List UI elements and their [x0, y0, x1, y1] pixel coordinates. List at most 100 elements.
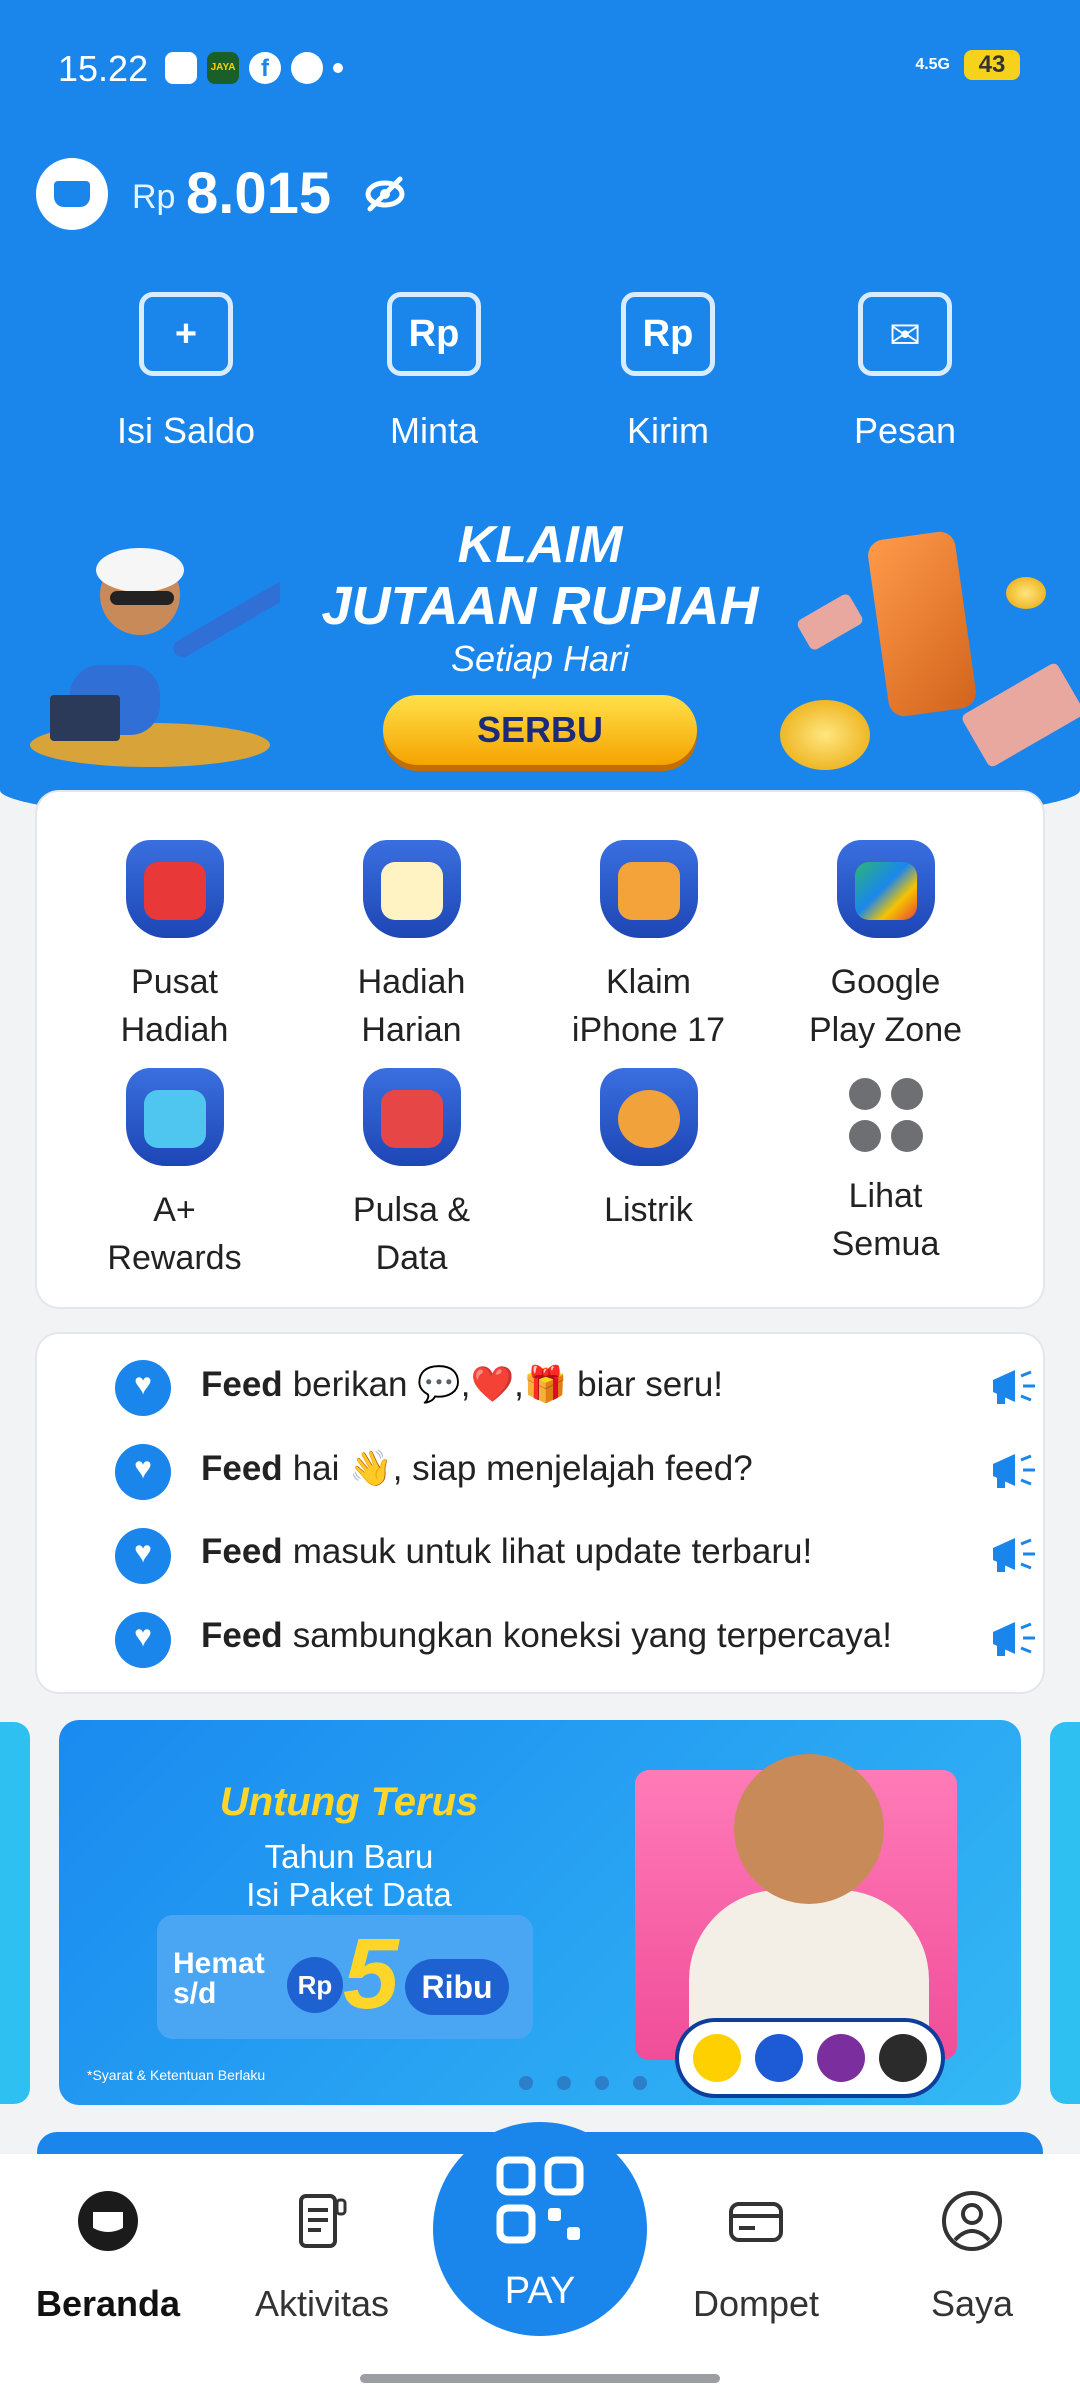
feed-heart-icon [115, 1444, 171, 1500]
menu-label: Listrik [604, 1191, 693, 1229]
rewards-mascot-icon [125, 1068, 224, 1166]
send-label: Kirim [627, 410, 709, 451]
menu-item-hadiah-harian[interactable]: Hadiah Harian [293, 840, 530, 1054]
im3-logo-icon [693, 2034, 741, 2082]
feed-title: Feed [201, 1365, 283, 1404]
promo-title: Untung Terus [219, 1780, 479, 1824]
activity-receipt-icon [299, 2194, 347, 2248]
promo-discount-box: Hemat s/d Rp 5 Ribu [157, 1915, 533, 2039]
carousel-dot [595, 2076, 609, 2090]
feed-text: masuk untuk lihat update terbaru! [292, 1532, 813, 1571]
megaphone-icon [993, 1538, 1035, 1572]
menu-item-lihat-semua[interactable]: Lihat Semua [767, 1068, 1004, 1268]
plus-icon: + [139, 292, 233, 376]
nav-dompet[interactable]: Dompet [656, 2190, 856, 2325]
megaphone-icon [993, 1454, 1035, 1488]
bulb-icon [599, 1068, 698, 1166]
hide-balance-icon[interactable] [362, 173, 408, 215]
jaya-app-icon: JAYA [207, 52, 239, 84]
banner-cta-button[interactable]: SERBU [383, 695, 697, 765]
nav-saya[interactable]: Saya [872, 2190, 1072, 2325]
megaphone-icon [993, 1370, 1035, 1404]
app-logo[interactable] [36, 158, 108, 230]
promo-person-face [734, 1754, 884, 1904]
network-indicator: 4.5G [915, 56, 950, 73]
profile-icon [942, 2191, 1002, 2251]
feed-title: Feed [201, 1532, 283, 1571]
calendar-check-icon [362, 840, 461, 938]
feed-text: berikan 💬,❤️,🎁 biar seru! [292, 1365, 724, 1404]
status-bar: 15.22 JAYA f 4.5G 43 [0, 40, 1080, 100]
feed-title: Feed [201, 1449, 283, 1488]
battery-indicator: 43 [964, 50, 1020, 80]
balance-amount[interactable]: 8.015 [186, 160, 331, 227]
feed-heart-icon [115, 1612, 171, 1668]
feed-title: Feed [201, 1616, 283, 1655]
nav-label: Aktivitas [254, 2283, 390, 2324]
axis-logo-icon [817, 2034, 865, 2082]
nav-label: Beranda [35, 2283, 181, 2324]
google-play-icon [836, 840, 935, 938]
top-up-label: Isi Saldo [116, 410, 256, 451]
feed-item[interactable]: Feedberikan 💬,❤️,🎁 biar seru! [77, 1356, 1035, 1416]
promo-disclaimer: *Syarat & Ketentuan Berlaku [87, 2067, 266, 2083]
feed-heart-icon [115, 1528, 171, 1584]
promo-hemat-label: Hemat s/d [173, 1947, 265, 2010]
feed-item[interactable]: Feedmasuk untuk lihat update terbaru! [77, 1524, 1035, 1584]
carousel-prev-peek[interactable] [0, 1722, 30, 2104]
menu-label: Google Play Zone [808, 963, 963, 1049]
messages-button[interactable]: ✉ Pesan [815, 292, 995, 452]
gesture-home-bar[interactable] [360, 2374, 720, 2383]
menu-item-google-play-zone[interactable]: Google Play Zone [767, 840, 1004, 1054]
request-label: Minta [389, 410, 479, 451]
flipcard-icon [599, 840, 698, 938]
nav-beranda[interactable]: Beranda [8, 2190, 208, 2325]
promo-subtitle: Tahun Baru Isi Paket Data [246, 1838, 452, 1913]
menu-label: Pusat Hadiah [120, 963, 229, 1049]
feed-item[interactable]: Feedhai 👋, siap menjelajah feed? [77, 1440, 1035, 1500]
promo-rp-badge: Rp [287, 1957, 343, 2013]
menu-label: A+ Rewards [107, 1191, 242, 1277]
mail-icon: ✉ [858, 292, 952, 376]
carousel-dot [519, 2076, 533, 2090]
menu-item-klaim-iphone[interactable]: Klaim iPhone 17 [530, 840, 767, 1054]
menu-label: Lihat Semua [831, 1177, 940, 1263]
pay-button[interactable]: PAY [433, 2122, 647, 2336]
promo-carousel-slide[interactable]: Untung Terus Tahun Baru Isi Paket Data He… [59, 1720, 1021, 2105]
banner-coin-illustration [780, 700, 870, 770]
megaphone-icon [993, 1622, 1035, 1656]
feed-text: hai 👋, siap menjelajah feed? [292, 1449, 753, 1488]
grid-dots-icon [848, 1078, 923, 1152]
rp-request-icon: Rp [387, 292, 481, 376]
wallet-notif-icon [165, 52, 197, 84]
feed-card[interactable]: Feedberikan 💬,❤️,🎁 biar seru! Feedhai 👋,… [37, 1334, 1043, 1692]
promo-amount: 5 [343, 1918, 399, 2030]
qr-code-icon [496, 2156, 584, 2244]
operator-logos [679, 2022, 941, 2094]
request-money-button[interactable]: Rp Minta [344, 292, 524, 452]
xl-logo-icon [755, 2034, 803, 2082]
top-up-button[interactable]: + Isi Saldo [96, 292, 276, 452]
carousel-next-peek[interactable] [1050, 1722, 1080, 2104]
feed-text: sambungkan koneksi yang terpercaya! [292, 1616, 892, 1655]
menu-item-pusat-hadiah[interactable]: Pusat Hadiah [56, 840, 293, 1054]
home-wallet-icon [78, 2191, 138, 2251]
facebook-icon: f [249, 52, 281, 84]
nav-aktivitas[interactable]: Aktivitas [222, 2190, 422, 2325]
menu-item-listrik[interactable]: Listrik [530, 1068, 767, 1234]
status-time: 15.22 [58, 48, 149, 89]
wallet-icon [729, 2202, 783, 2242]
promo-unit-badge: Ribu [405, 1959, 509, 2015]
menu-item-a-plus-rewards[interactable]: A+ Rewards [56, 1068, 293, 1282]
rp-send-icon: Rp [621, 292, 715, 376]
tri-logo-icon [879, 2034, 927, 2082]
feed-heart-icon [115, 1360, 171, 1416]
currency-label: Rp [132, 178, 176, 216]
send-money-button[interactable]: Rp Kirim [578, 292, 758, 452]
menu-label: Hadiah Harian [357, 963, 466, 1049]
carousel-indicator [519, 2076, 647, 2090]
promo-banner[interactable]: KLAIM JUTAAN RUPIAH Setiap Hari SERBU [0, 515, 1080, 815]
services-menu: Pusat Hadiah Hadiah Harian Klaim iPhone 17 … [37, 792, 1043, 1307]
feed-item[interactable]: Feedsambungkan koneksi yang terpercaya! [77, 1608, 1035, 1668]
menu-item-pulsa-data[interactable]: Pulsa & Data [293, 1068, 530, 1282]
